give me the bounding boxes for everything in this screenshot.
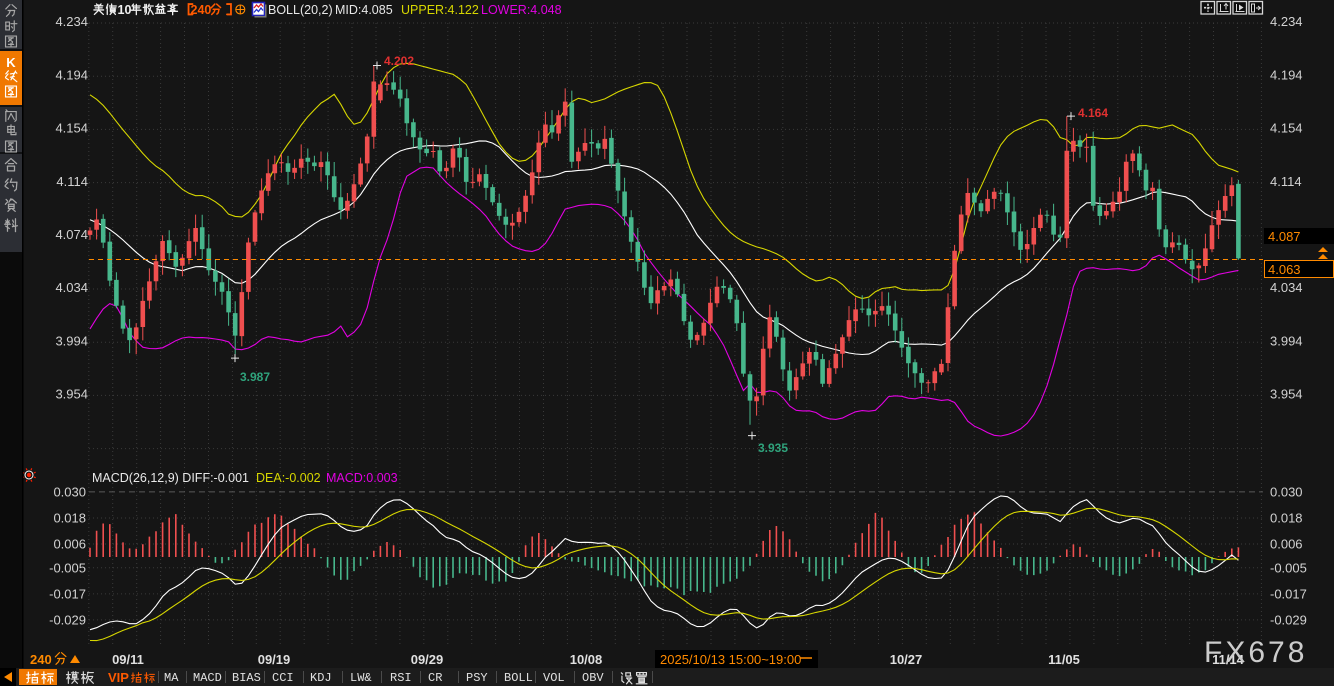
svg-text:3.954: 3.954 (1270, 387, 1303, 402)
svg-text:BOLL(20,2): BOLL(20,2) (268, 3, 333, 17)
svg-text:VIP: VIP (108, 670, 129, 685)
svg-text:4.034: 4.034 (55, 280, 88, 295)
svg-text:4.154: 4.154 (55, 121, 88, 136)
svg-text:09/11: 09/11 (112, 652, 144, 667)
svg-text:4.202: 4.202 (384, 54, 414, 68)
svg-text:3.987: 3.987 (240, 370, 270, 384)
svg-text:09/29: 09/29 (411, 652, 444, 667)
svg-text:BOLL: BOLL (504, 671, 533, 685)
svg-text:-0.005: -0.005 (49, 560, 86, 575)
svg-text:4.114: 4.114 (56, 174, 88, 189)
svg-text:4.164: 4.164 (1078, 106, 1108, 120)
svg-text:240: 240 (191, 3, 212, 17)
svg-text:MACD: MACD (193, 671, 222, 685)
svg-text:10/27: 10/27 (890, 652, 923, 667)
svg-text:3.994: 3.994 (55, 333, 88, 348)
svg-text:LOWER:4.048: LOWER:4.048 (481, 3, 562, 17)
svg-text:4.114: 4.114 (1270, 174, 1302, 189)
svg-text:BIAS: BIAS (232, 671, 261, 685)
svg-text:0.006: 0.006 (53, 536, 86, 551)
svg-text:4.194: 4.194 (1270, 67, 1303, 82)
svg-text:LW&: LW& (350, 671, 372, 685)
svg-text:MACD(26,12,9) DIFF:-0.001: MACD(26,12,9) DIFF:-0.001 (92, 471, 249, 485)
svg-text:-0.029: -0.029 (1270, 612, 1307, 627)
svg-text:4.194: 4.194 (55, 67, 88, 82)
svg-text:4.087: 4.087 (1268, 229, 1301, 244)
svg-text:4.234: 4.234 (1270, 14, 1303, 29)
svg-text:10: 10 (118, 3, 132, 17)
svg-text:2025/10/13 15:00~19:00: 2025/10/13 15:00~19:00 (660, 652, 801, 667)
svg-text:0.018: 0.018 (53, 510, 86, 525)
svg-text:MA: MA (164, 671, 179, 685)
svg-text:MACD:0.003: MACD:0.003 (326, 471, 398, 485)
svg-text:CR: CR (428, 671, 442, 685)
svg-text:3.935: 3.935 (758, 441, 788, 455)
svg-text:4.234: 4.234 (55, 14, 88, 29)
svg-text:OBV: OBV (582, 671, 604, 685)
svg-text:0.030: 0.030 (53, 484, 86, 499)
svg-text:3.954: 3.954 (55, 387, 88, 402)
svg-text:240: 240 (30, 652, 52, 667)
svg-text:CCI: CCI (272, 671, 294, 685)
svg-text:RSI: RSI (390, 671, 412, 685)
svg-text:4.034: 4.034 (1270, 280, 1303, 295)
svg-text:PSY: PSY (466, 671, 488, 685)
svg-text:VOL: VOL (543, 671, 565, 685)
svg-text:4.154: 4.154 (1270, 121, 1303, 136)
svg-text:-0.005: -0.005 (1270, 560, 1307, 575)
svg-text:FX678: FX678 (1204, 636, 1307, 669)
svg-text:-0.029: -0.029 (49, 612, 86, 627)
svg-text:10/08: 10/08 (570, 652, 603, 667)
svg-text:0.030: 0.030 (1270, 484, 1303, 499)
svg-text:UPPER:4.122: UPPER:4.122 (401, 3, 479, 17)
svg-text:DEA:-0.002: DEA:-0.002 (256, 471, 321, 485)
svg-text:0.006: 0.006 (1270, 536, 1303, 551)
svg-text:K: K (6, 55, 16, 70)
svg-text:09/19: 09/19 (258, 652, 291, 667)
svg-text:-0.017: -0.017 (49, 586, 86, 601)
svg-text:4.074: 4.074 (55, 227, 88, 242)
svg-text:0.018: 0.018 (1270, 510, 1303, 525)
svg-text:-0.017: -0.017 (1270, 586, 1307, 601)
svg-text:MID:4.085: MID:4.085 (335, 3, 393, 17)
svg-text:4.063: 4.063 (1268, 262, 1301, 277)
svg-text:3.994: 3.994 (1270, 333, 1303, 348)
svg-text:KDJ: KDJ (310, 671, 332, 685)
svg-text:11/05: 11/05 (1048, 652, 1080, 667)
